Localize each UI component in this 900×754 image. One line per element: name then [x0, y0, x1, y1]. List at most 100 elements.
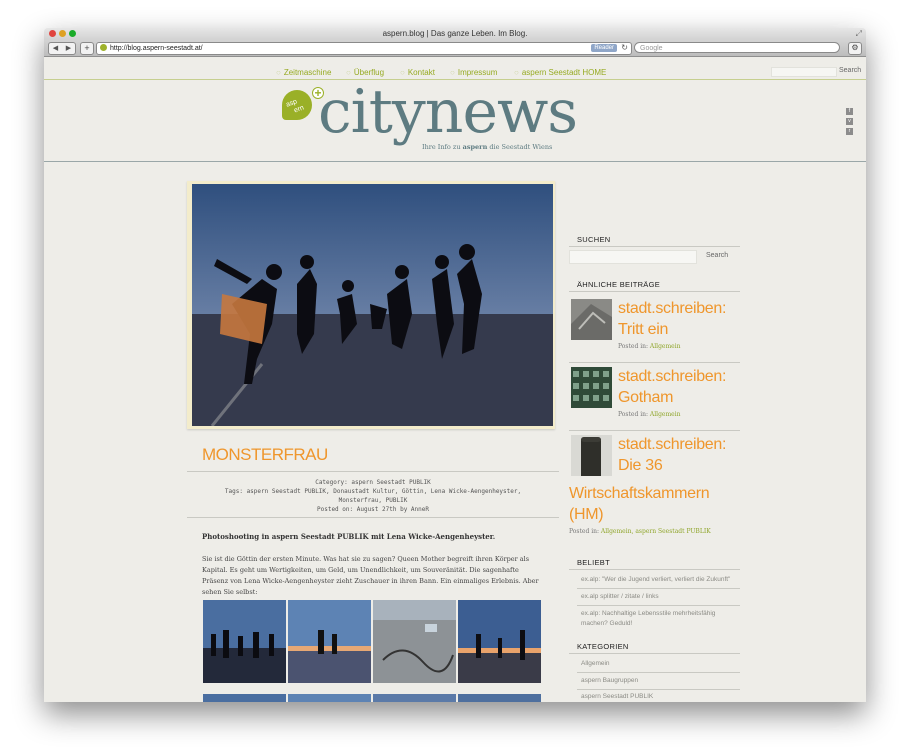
add-bookmark-button[interactable]: + — [80, 42, 94, 55]
related-meta: Posted in: Allgemein, aspern Seestadt PU… — [569, 528, 711, 535]
site-tagline: Ihre Info zu aspern die Seestadt Wiens — [422, 143, 552, 151]
gallery-thumb[interactable] — [458, 600, 541, 683]
browser-toolbar: ◀ ▶ + http://blog.aspern-seestadt.at/ Re… — [44, 40, 866, 57]
posted-in-label: Posted in: — [618, 343, 648, 350]
gallery-thumb[interactable] — [458, 694, 541, 702]
category-link[interactable]: aspern Seestadt PUBLIK — [581, 692, 653, 702]
related-title-line: stadt.schreiben: — [618, 436, 727, 453]
favicon-icon — [100, 44, 107, 51]
related-category-link[interactable]: Allgemein — [650, 411, 681, 418]
popular-heading: BELIEBT — [577, 558, 610, 567]
gallery-photo — [203, 600, 286, 683]
related-title[interactable]: stadt.schreiben: Die 36 — [618, 434, 726, 476]
facebook-icon[interactable]: f — [846, 108, 853, 115]
nav-item-zeitmaschine[interactable]: ○ Zeitmaschine — [276, 68, 331, 77]
related-category-link[interactable]: Allgemein — [650, 343, 681, 350]
nav-item-label: Überflug — [353, 68, 385, 77]
address-bar[interactable]: http://blog.aspern-seestadt.at/ Reader ↻ — [96, 42, 632, 55]
url-text: http://blog.aspern-seestadt.at/ — [110, 45, 203, 52]
gallery-photo — [288, 600, 371, 683]
gallery-thumb[interactable] — [373, 694, 456, 702]
gear-icon[interactable]: ⚙ — [848, 42, 862, 55]
related-thumb[interactable] — [571, 367, 612, 408]
tagline-bold: aspern — [462, 143, 488, 151]
nav-item-kontakt[interactable]: ○ Kontakt — [400, 68, 435, 77]
header-divider — [44, 161, 866, 162]
sidebar-divider — [577, 689, 740, 690]
top-search-button[interactable]: Search — [839, 67, 861, 74]
related-photo — [571, 435, 612, 476]
related-photo — [571, 367, 612, 408]
vimeo-icon[interactable]: v — [846, 118, 853, 125]
related-thumb[interactable] — [571, 299, 612, 340]
gallery-thumb[interactable] — [288, 600, 371, 683]
related-title[interactable]: stadt.schreiben: Tritt ein — [618, 298, 726, 340]
popular-link[interactable]: ex.alp splitter / zitate / links — [581, 592, 659, 602]
title-divider — [187, 471, 559, 472]
category-link[interactable]: aspern Baugruppen — [581, 676, 638, 686]
related-title-line: (HM) — [569, 506, 604, 523]
back-icon[interactable]: ◀ — [49, 43, 62, 54]
sidebar-divider — [569, 246, 740, 247]
sidebar-divider — [569, 653, 740, 654]
categories-heading: KATEGORIEN — [577, 642, 629, 651]
nav-bullet-icon: ○ — [346, 68, 351, 77]
forward-icon[interactable]: ▶ — [62, 43, 75, 54]
related-photo — [571, 299, 612, 340]
popular-link[interactable]: ex.alp: Nachhaltige Lebensstile mehrheit… — [581, 609, 715, 619]
sidebar-divider — [569, 430, 740, 431]
related-title-continued[interactable]: Wirtschaftskammern (HM) — [569, 483, 710, 525]
hero-photo-silhouettes — [192, 184, 553, 426]
sidebar-divider — [577, 605, 740, 606]
meta-divider — [187, 517, 559, 518]
nav-bullet-icon: ○ — [450, 68, 455, 77]
nav-item-impressum[interactable]: ○ Impressum — [450, 68, 497, 77]
gallery-thumb[interactable] — [373, 600, 456, 683]
aspern-logo-badge[interactable]: asp ern — [282, 90, 312, 120]
related-title-line: Tritt ein — [618, 321, 669, 338]
popular-link-continued[interactable]: machen? Geduld! — [581, 619, 632, 629]
hero-image[interactable] — [192, 184, 553, 426]
tagline-suffix: die Seestadt Wiens — [489, 143, 553, 151]
post-body: Sie ist die Göttin der ersten Minute. Wa… — [202, 555, 539, 596]
gallery-thumb[interactable] — [203, 600, 286, 683]
photo-gallery — [203, 600, 543, 702]
sidebar-search-heading: SUCHEN — [577, 235, 611, 244]
posted-in-label: Posted in: — [569, 528, 599, 535]
browser-search-field[interactable]: Google — [634, 42, 840, 53]
related-title[interactable]: stadt.schreiben: Gotham — [618, 366, 726, 408]
sidebar-search-button[interactable]: Search — [706, 252, 728, 259]
sidebar-divider — [569, 569, 740, 570]
gallery-photo — [373, 600, 456, 683]
category-link[interactable]: Allgemein — [581, 659, 610, 669]
nav-item-aspern-home[interactable]: ○ aspern Seestadt HOME — [514, 68, 606, 77]
reload-icon[interactable]: ↻ — [621, 43, 628, 53]
sidebar-divider — [577, 672, 740, 673]
gallery-thumb[interactable] — [288, 694, 371, 702]
fullscreen-icon[interactable]: ⤢ — [856, 29, 862, 39]
related-thumb[interactable] — [571, 435, 612, 476]
nav-item-ueberflug[interactable]: ○ Überflug — [346, 68, 384, 77]
gallery-thumb[interactable] — [203, 694, 286, 702]
related-meta: Posted in: Allgemein — [618, 343, 681, 350]
post-lead: Photoshooting in aspern Seestadt PUBLIK … — [202, 532, 496, 541]
post-title[interactable]: MONSTERFRAU — [202, 445, 328, 465]
window-title: aspern.blog | Das ganze Leben. Im Blog. — [382, 29, 528, 38]
related-meta: Posted in: Allgemein — [618, 411, 681, 418]
related-title-line: Die 36 — [618, 457, 663, 474]
top-search-input[interactable] — [771, 67, 837, 77]
sidebar-search-input[interactable] — [569, 250, 697, 264]
sidebar-divider — [569, 291, 740, 292]
related-title-line: stadt.schreiben: — [618, 368, 727, 385]
related-title-line: Gotham — [618, 389, 674, 406]
related-category-link[interactable]: Allgemein, aspern Seestadt PUBLIK — [601, 528, 711, 535]
reader-button[interactable]: Reader — [591, 44, 617, 52]
nav-item-label: aspern Seestadt HOME — [521, 68, 607, 77]
site-wordmark[interactable]: citynews — [318, 77, 578, 147]
post-tags: Tags: aspern Seestadt PUBLIK, Donaustadt… — [224, 488, 522, 495]
popular-link[interactable]: ex.alp: "Wer die Jugend verliert, verlie… — [581, 575, 730, 585]
logo-badge-text: ern — [293, 104, 306, 115]
nav-bullet-icon: ○ — [514, 68, 519, 77]
rss-icon[interactable]: r — [846, 128, 853, 135]
title-bar: aspern.blog | Das ganze Leben. Im Blog. … — [44, 28, 866, 40]
